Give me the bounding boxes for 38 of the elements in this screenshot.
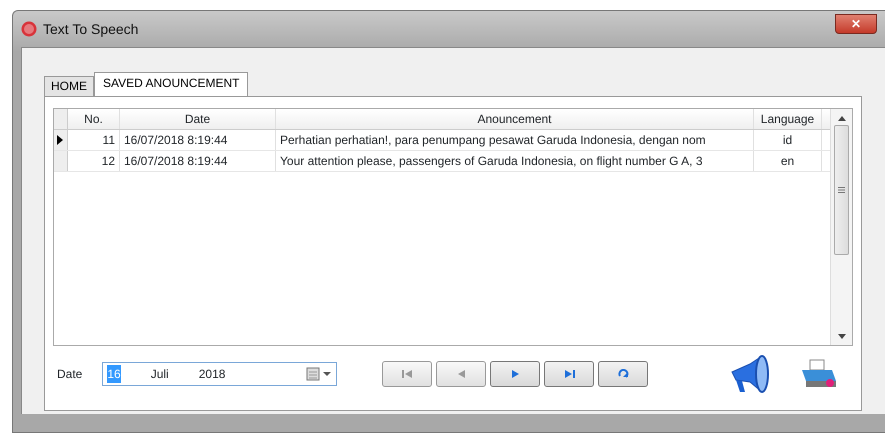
table-cell: 11 [68, 130, 120, 150]
window-title: Text To Speech [43, 20, 138, 39]
refresh-icon [618, 369, 629, 379]
date-field[interactable]: 16 Juli 2018 [102, 362, 338, 386]
table-cell: 12 [68, 151, 120, 171]
table-cell: en [754, 151, 822, 171]
next-icon [510, 369, 521, 379]
column-header[interactable]: Anouncement [276, 109, 754, 129]
scroll-up-icon[interactable] [838, 116, 846, 121]
row-selector[interactable] [54, 130, 68, 150]
next-record-button[interactable] [490, 361, 540, 387]
skip-last-icon [564, 369, 575, 379]
last-record-button[interactable] [544, 361, 594, 387]
column-header[interactable]: Date [120, 109, 276, 129]
column-header[interactable]: No. [68, 109, 120, 129]
column-header[interactable]: Language [754, 109, 822, 129]
table-cell: Your attention please, passengers of Garuda Indonesia, on flight number G A, 3 [276, 151, 754, 171]
day-text: 16 [107, 365, 121, 383]
year-text: 2018 [198, 366, 226, 383]
row-pointer-icon [57, 135, 63, 145]
month-text: Juli [150, 366, 169, 383]
scroll-down-icon[interactable] [838, 334, 846, 339]
app-icon [21, 21, 37, 37]
table-cell: 16/07/2018 8:19:44 [120, 130, 276, 150]
scrollbar[interactable] [830, 109, 852, 345]
table-cell: Perhatian perhatian!, para penumpang pesawat Garuda Indonesia, dengan nom [276, 130, 754, 150]
tab[interactable]: SAVED ANOUNCEMENT [94, 72, 248, 96]
close-button[interactable]: ✕ [835, 14, 877, 34]
tab[interactable]: HOME [44, 76, 94, 96]
previous-icon [456, 369, 467, 379]
refresh-button[interactable] [598, 361, 648, 387]
date-label: Date [57, 366, 82, 383]
table-cell: id [754, 130, 822, 150]
scroll-thumb[interactable] [834, 125, 849, 255]
calendar-dropdown-icon[interactable] [306, 367, 332, 381]
skip-first-icon [402, 369, 413, 379]
table-cell: 16/07/2018 8:19:44 [120, 151, 276, 171]
printer-icon[interactable] [800, 359, 838, 389]
